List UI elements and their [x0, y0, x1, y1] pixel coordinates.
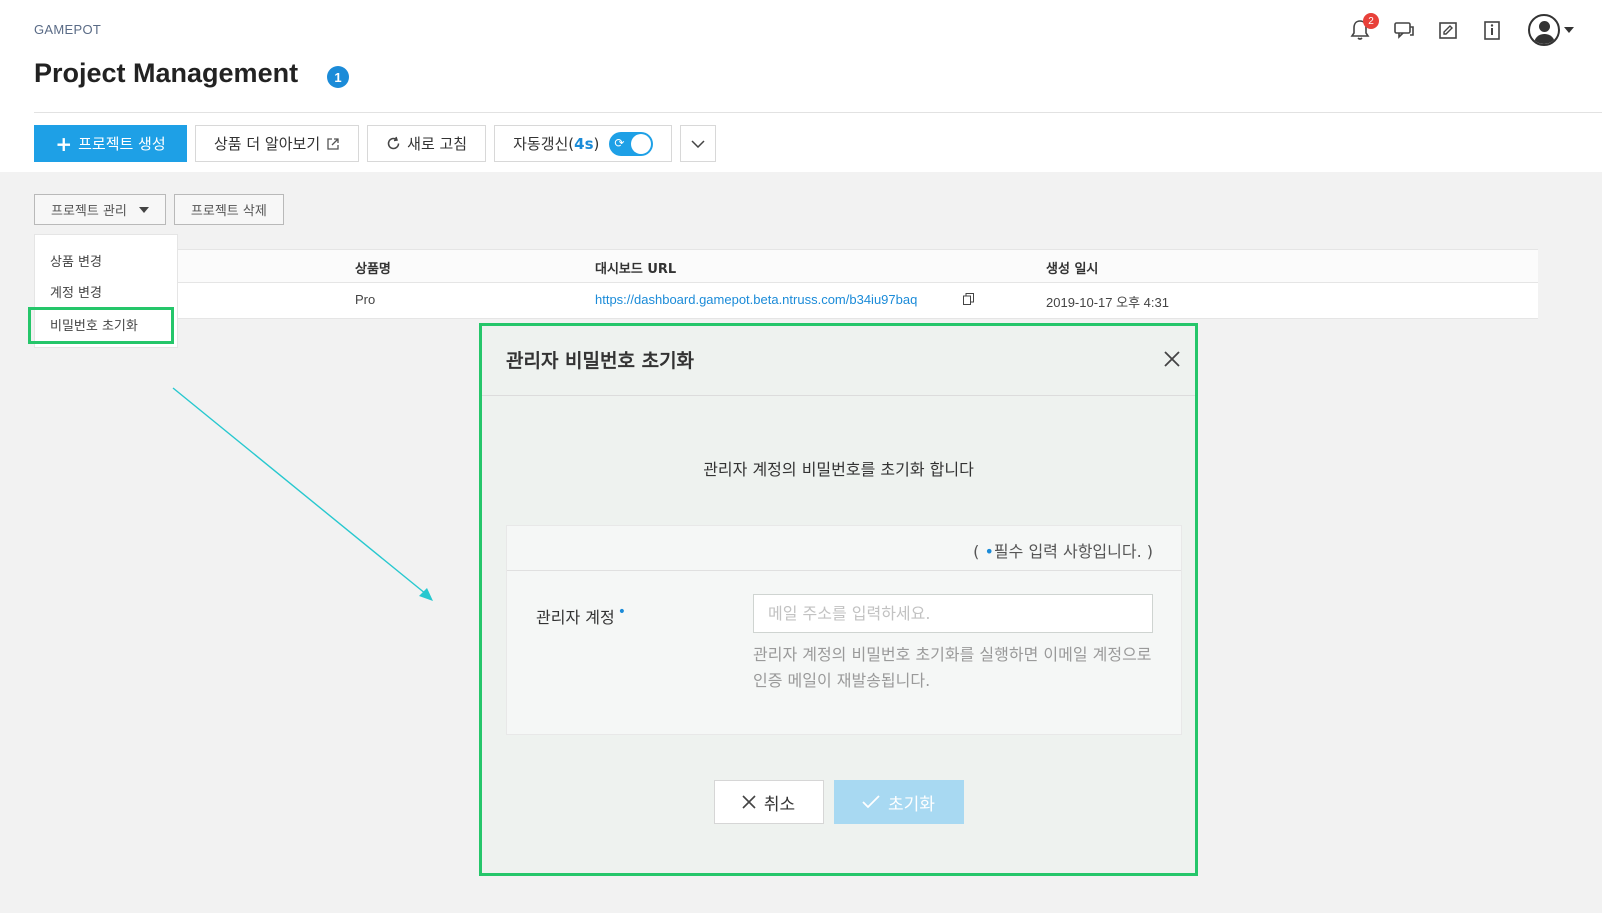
reset-label: 초기화 — [888, 794, 935, 815]
reset-button[interactable]: 초기화 — [833, 780, 964, 824]
reset-password-modal: 관리자 비밀번호 초기화 관리자 계정의 비밀번호를 초기화 합니다 ( •필수… — [479, 323, 1198, 876]
help-text: 관리자 계정의 비밀번호 초기화를 실행하면 이메일 계정으로 인증 메일이 재… — [753, 645, 1152, 690]
modal-footer: 취소 초기화 — [482, 780, 1195, 824]
required-dot: • — [984, 542, 994, 561]
email-field[interactable] — [753, 594, 1153, 633]
required-note-open: ( — [973, 542, 985, 561]
required-note-row: ( •필수 입력 사항입니다. ) — [507, 526, 1181, 571]
admin-account-label-text: 관리자 계정 — [536, 608, 615, 627]
required-dot: • — [617, 604, 626, 620]
cancel-label: 취소 — [763, 794, 796, 815]
admin-account-label: 관리자 계정 • — [536, 604, 626, 628]
check-icon — [862, 795, 880, 809]
modal-title: 관리자 비밀번호 초기화 — [506, 350, 695, 372]
close-icon[interactable] — [1163, 350, 1181, 368]
cancel-button[interactable]: 취소 — [713, 780, 824, 824]
required-note: ( •필수 입력 사항입니다. ) — [973, 538, 1153, 562]
modal-description: 관리자 계정의 비밀번호를 초기화 합니다 — [703, 460, 974, 479]
required-note-text: 필수 입력 사항입니다. ) — [993, 542, 1153, 561]
modal-header: 관리자 비밀번호 초기화 — [482, 326, 1195, 396]
close-icon — [742, 795, 756, 809]
reset-form: ( •필수 입력 사항입니다. ) 관리자 계정• 관리자 계정의 비밀번호 초… — [506, 525, 1182, 735]
